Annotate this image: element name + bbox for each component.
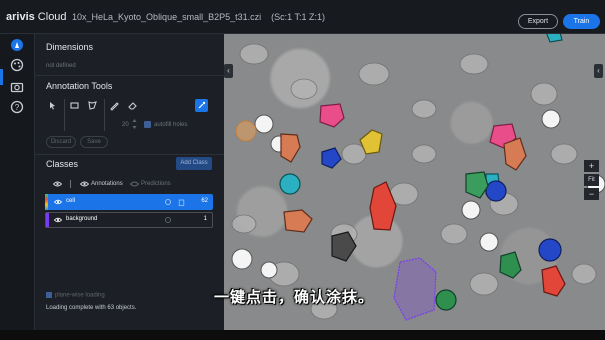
- annotation-tools-title: Annotation Tools: [46, 81, 113, 91]
- header-separator: [70, 180, 71, 188]
- rail-active-indicator: [0, 69, 3, 85]
- export-button[interactable]: Export: [518, 14, 558, 29]
- settings-icon[interactable]: [164, 216, 172, 224]
- class-color-swatch[interactable]: [46, 213, 49, 227]
- collapse-left-button[interactable]: ‹: [224, 64, 233, 78]
- side-panel: Dimensions not defined Annotation Tools …: [35, 34, 224, 330]
- rectangle-tool-icon[interactable]: [68, 99, 81, 112]
- magic-wand-tool-icon[interactable]: [195, 99, 208, 112]
- settings-icon[interactable]: [164, 198, 172, 206]
- annotations-label[interactable]: Annotations: [91, 181, 123, 187]
- annotate-icon[interactable]: [10, 38, 24, 52]
- palette-icon[interactable]: [10, 58, 24, 72]
- fit-button[interactable]: Fit: [584, 174, 599, 186]
- class-row-cell[interactable]: cell 62: [45, 194, 213, 210]
- train-button[interactable]: Train: [563, 14, 600, 29]
- plane-wise-option[interactable]: plane-wise loading: [46, 292, 105, 299]
- class-label: background: [66, 216, 98, 222]
- brush-size-stepper-icon[interactable]: [132, 118, 137, 130]
- dimensions-value: not defined: [46, 63, 76, 69]
- plane-wise-label: plane-wise loading: [55, 292, 105, 299]
- predictions-label[interactable]: Predictions: [141, 181, 171, 187]
- file-title: 10x_HeLa_Kyoto_Oblique_small_B2P5_t31.cz…: [72, 12, 325, 22]
- brush-size-value[interactable]: 20: [122, 122, 129, 128]
- polygon-tool-icon[interactable]: [86, 99, 99, 112]
- top-bar: arivis Cloud 10x_HeLa_Kyoto_Oblique_smal…: [0, 0, 605, 34]
- plane-wise-checkbox[interactable]: [46, 292, 52, 298]
- zoom-out-button[interactable]: −: [584, 188, 599, 200]
- autofill-label: autofill holes: [154, 122, 188, 128]
- annotations-eye-icon[interactable]: [80, 181, 89, 187]
- autofill-checkbox[interactable]: [144, 121, 151, 128]
- class-color-swatch[interactable]: [45, 194, 48, 210]
- discard-button[interactable]: Discard: [46, 136, 76, 148]
- collapse-right-button[interactable]: ‹: [594, 64, 603, 78]
- left-rail: ?: [0, 34, 35, 330]
- class-row-background[interactable]: background 1: [45, 212, 213, 228]
- eye-icon[interactable]: [54, 199, 62, 205]
- tool-separator: [64, 99, 65, 131]
- delete-icon[interactable]: [178, 198, 185, 206]
- class-count: 1: [203, 216, 207, 222]
- add-class-button[interactable]: Add Class: [176, 157, 212, 170]
- status-text: Loading complete with 63 objects.: [46, 305, 137, 311]
- brush-tool-icon[interactable]: [108, 99, 121, 112]
- video-caption: 一键点击，确认涂抹。: [214, 288, 375, 306]
- svg-text:?: ?: [15, 103, 20, 112]
- camera-icon[interactable]: [10, 80, 24, 94]
- class-label: cell: [66, 198, 76, 204]
- classes-title: Classes: [46, 159, 79, 169]
- divider: [35, 154, 224, 155]
- app-logo: arivis Cloud: [6, 11, 67, 23]
- divider: [35, 75, 224, 76]
- class-count: 62: [201, 198, 208, 204]
- dimensions-title: Dimensions: [46, 42, 94, 52]
- eraser-tool-icon[interactable]: [126, 99, 139, 112]
- tool-separator: [104, 99, 105, 131]
- select-tool-icon[interactable]: [46, 99, 59, 112]
- help-icon[interactable]: ?: [10, 100, 24, 114]
- eye-icon[interactable]: [54, 217, 62, 223]
- eye-icon[interactable]: [53, 181, 62, 187]
- save-button[interactable]: Save: [80, 136, 108, 148]
- predictions-eye-icon[interactable]: [130, 181, 139, 187]
- zoom-in-button[interactable]: +: [584, 160, 599, 172]
